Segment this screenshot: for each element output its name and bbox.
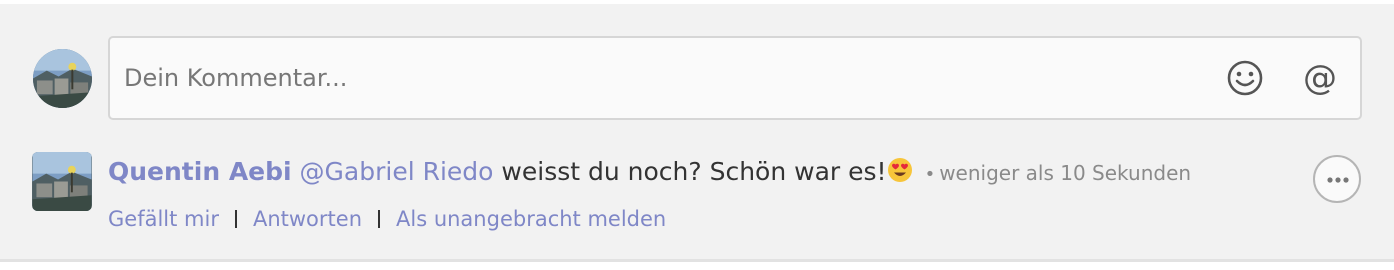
meta-separator: • <box>924 164 936 185</box>
like-link[interactable]: Gefällt mir <box>108 207 219 231</box>
at-sign-glyph: @ <box>1303 58 1337 98</box>
action-divider <box>378 210 380 228</box>
more-options-button[interactable] <box>1313 155 1361 203</box>
report-link[interactable]: Als unangebracht melden <box>396 207 666 231</box>
comment-text: weisst du noch? Schön war es! <box>493 157 887 186</box>
comment-timestamp: weniger als 10 Sekunden <box>939 161 1192 185</box>
comment-actions: Gefällt mir Antworten Als unangebracht mel… <box>108 202 666 236</box>
comment-body: Quentin Aebi @Gabriel Riedo weisst du no… <box>108 154 1191 193</box>
mention-link[interactable]: @Gabriel Riedo <box>300 157 494 186</box>
current-user-avatar <box>33 49 92 108</box>
at-sign-icon[interactable]: @ <box>1298 56 1342 100</box>
author-avatar[interactable] <box>32 152 92 211</box>
comments-panel: @ Quentin Aebi @Gabriel Riedo weisst du … <box>0 4 1394 262</box>
more-options-icon <box>1327 177 1349 183</box>
author-name-link[interactable]: Quentin Aebi <box>108 157 292 186</box>
action-divider <box>234 210 237 228</box>
landscape-photo-icon <box>32 152 92 211</box>
comment-input[interactable] <box>124 38 1204 118</box>
heart-eyes-emoji-icon <box>887 157 913 183</box>
reply-link[interactable]: Antworten <box>253 207 362 231</box>
landscape-photo-icon <box>33 49 92 108</box>
smiley-face-icon[interactable] <box>1223 56 1267 100</box>
comment-composer: @ <box>108 36 1362 120</box>
